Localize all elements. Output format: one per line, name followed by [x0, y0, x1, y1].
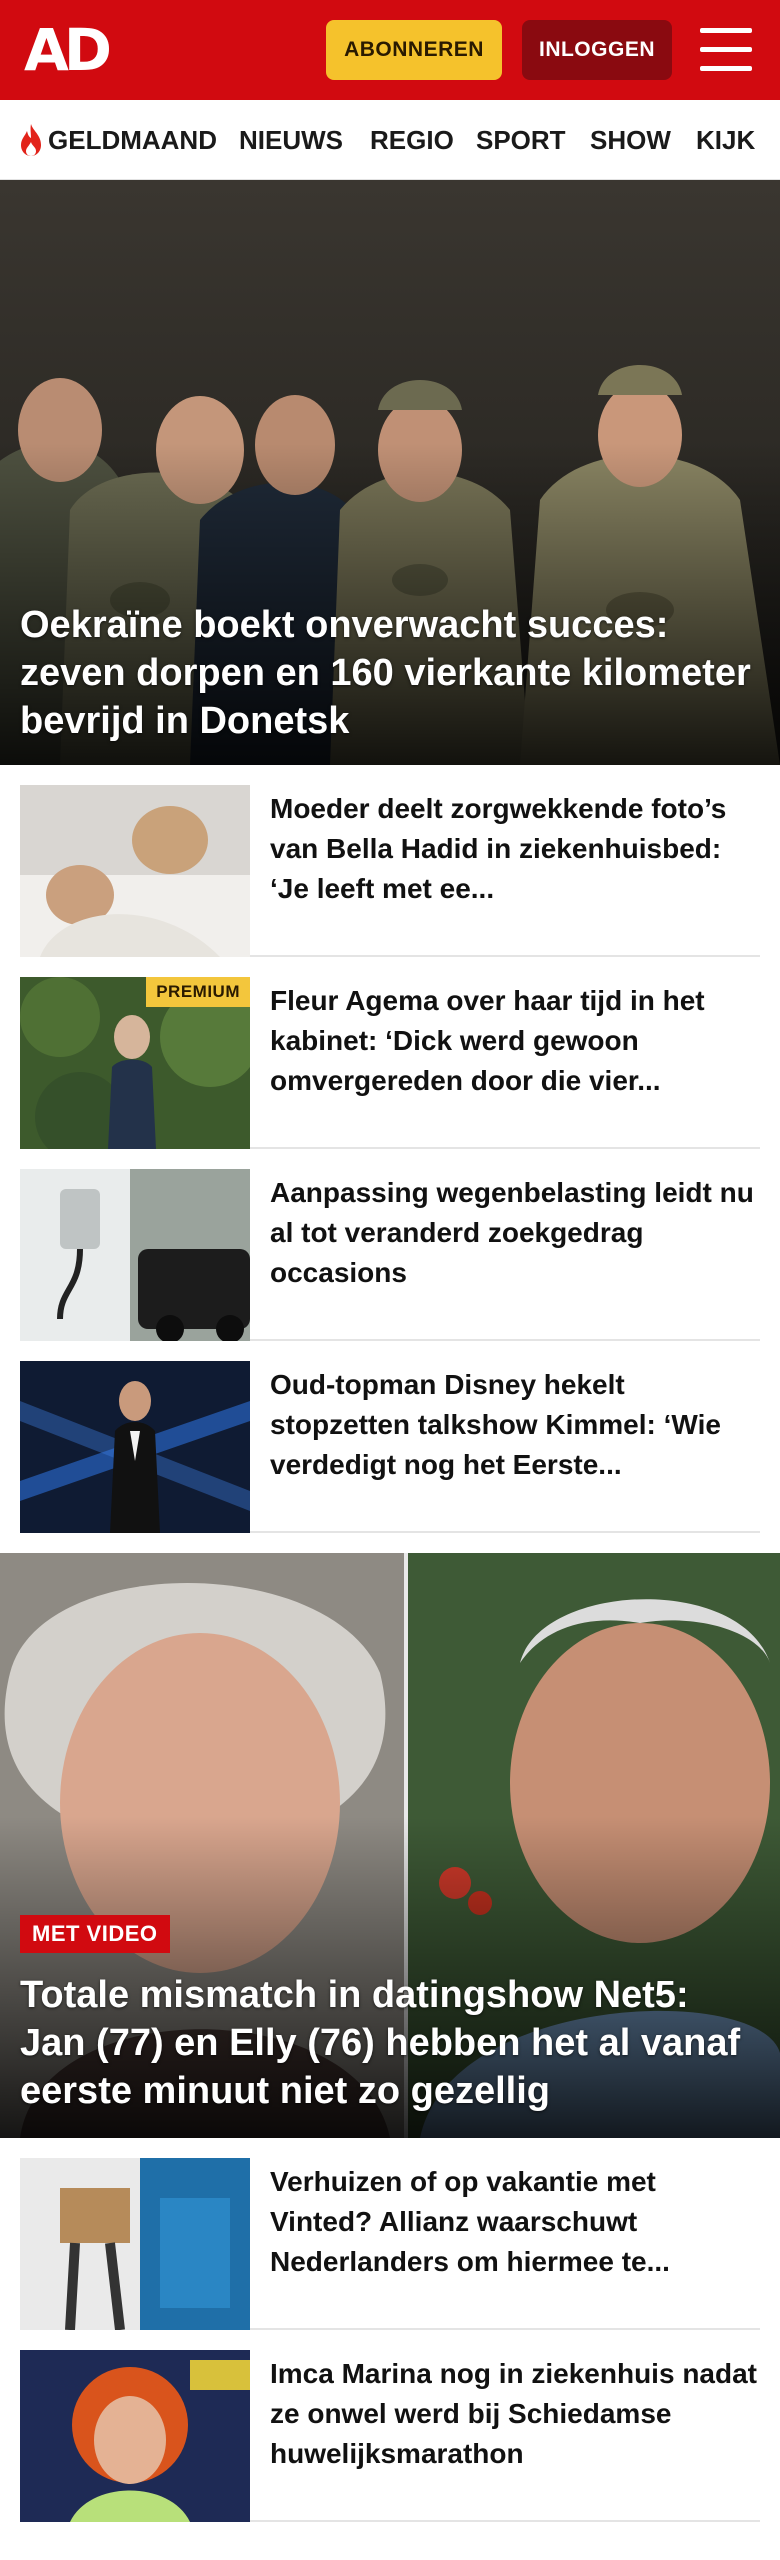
- list-item[interactable]: Oud-topman Disney hekelt stopzetten talk…: [20, 1341, 760, 1533]
- nav-item-nieuws[interactable]: NIEUWS: [239, 100, 343, 179]
- subscribe-button[interactable]: ABONNEREN: [326, 20, 502, 80]
- login-button[interactable]: INLOGGEN: [522, 20, 672, 80]
- article-thumbnail: [20, 1169, 250, 1341]
- article-thumbnail: [20, 1361, 250, 1533]
- article-title[interactable]: Oud-topman Disney hekelt stopzetten talk…: [270, 1365, 760, 1485]
- nav-item-show[interactable]: SHOW: [590, 100, 671, 179]
- feature-title[interactable]: Totale mismatch in datingshow Net5: Jan …: [20, 1971, 760, 2115]
- article-thumbnail: [20, 785, 250, 957]
- article-title[interactable]: Moeder deelt zorgwekkende foto’s van Bel…: [270, 789, 760, 909]
- premium-badge: PREMIUM: [146, 977, 250, 1007]
- article-thumbnail: [20, 2158, 250, 2330]
- nav-label: GELDMAAND: [48, 124, 217, 155]
- list-item[interactable]: PREMIUM Fleur Agema over haar tijd in he…: [20, 957, 760, 1149]
- article-thumbnail-wrap: PREMIUM: [20, 977, 250, 1149]
- video-feature-article[interactable]: MET VIDEO Totale mismatch in datingshow …: [0, 1553, 780, 2138]
- list-item[interactable]: Imca Marina nog in ziekenhuis nadat ze o…: [20, 2330, 760, 2522]
- article-thumbnail: [20, 2350, 250, 2522]
- article-title[interactable]: Aanpassing wegenbelasting leidt nu al to…: [270, 1173, 760, 1293]
- hero-title[interactable]: Oekraïne boekt onverwacht succes: zeven …: [20, 601, 760, 745]
- section-nav: GELDMAAND NIEUWS REGIO SPORT SHOW KIJK: [0, 100, 780, 180]
- list-item[interactable]: Moeder deelt zorgwekkende foto’s van Bel…: [20, 765, 760, 957]
- nav-item-sport[interactable]: SPORT: [476, 100, 566, 179]
- list-item[interactable]: Aanpassing wegenbelasting leidt nu al to…: [20, 1149, 760, 1341]
- site-logo[interactable]: AD: [24, 14, 112, 86]
- flame-icon: [21, 124, 41, 156]
- hero-article[interactable]: Oekraïne boekt onverwacht succes: zeven …: [0, 180, 780, 765]
- nav-item-geldmaand[interactable]: GELDMAAND: [18, 100, 217, 179]
- nav-item-regio[interactable]: REGIO: [370, 100, 454, 179]
- video-badge: MET VIDEO: [20, 1915, 170, 1953]
- site-header: AD ABONNEREN INLOGGEN: [0, 0, 780, 100]
- article-title[interactable]: Verhuizen of op vakantie met Vinted? All…: [270, 2162, 760, 2282]
- list-item[interactable]: Verhuizen of op vakantie met Vinted? All…: [20, 2138, 760, 2330]
- menu-icon[interactable]: [700, 28, 752, 72]
- article-title[interactable]: Imca Marina nog in ziekenhuis nadat ze o…: [270, 2354, 760, 2474]
- nav-item-kijk[interactable]: KIJK: [696, 100, 755, 179]
- article-title[interactable]: Fleur Agema over haar tijd in het kabine…: [270, 981, 760, 1101]
